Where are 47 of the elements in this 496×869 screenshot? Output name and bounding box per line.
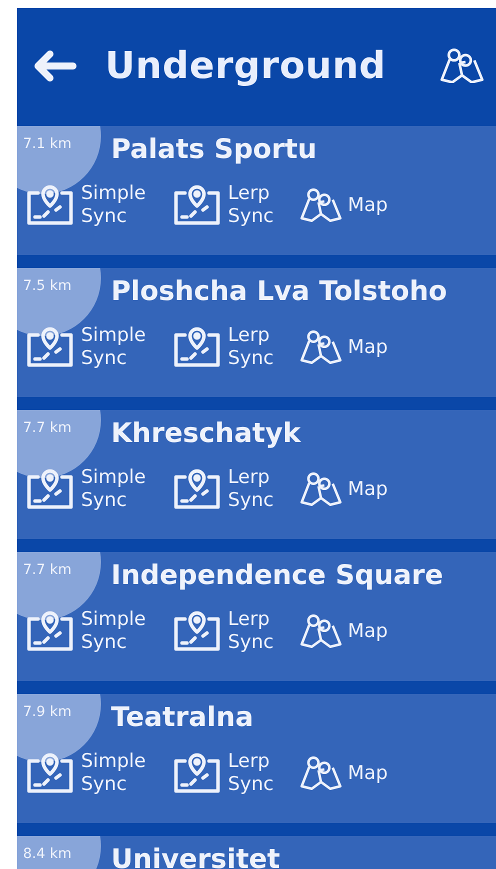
map-pin-icon (25, 467, 75, 511)
map-pin-icon (172, 325, 222, 369)
sync-button[interactable]: Simple Sync (25, 750, 146, 796)
station-name: Ploshcha Lva Tolstoho (111, 276, 448, 307)
map-button[interactable]: Map (300, 750, 388, 796)
sync-button[interactable]: Lerp Sync (172, 750, 274, 796)
distance-label: 8.4 km (23, 846, 72, 862)
map-button[interactable]: Map (300, 324, 388, 370)
map-pin-icon (25, 183, 75, 227)
map-button[interactable]: Map (300, 466, 388, 512)
map-pin-icon (172, 609, 222, 653)
station-name: Universitet (111, 844, 280, 869)
station-name: Palats Sportu (111, 134, 317, 165)
sync-button[interactable]: Simple Sync (25, 608, 146, 654)
map-icon (300, 330, 342, 364)
station-name: Independence Square (111, 560, 444, 591)
map-icon (440, 48, 484, 84)
map-icon (300, 614, 342, 648)
sync-button[interactable]: Lerp Sync (172, 182, 274, 228)
map-pin-icon (25, 325, 75, 369)
screen-title: Underground (105, 44, 388, 87)
back-arrow-icon (33, 48, 77, 82)
station-name: Teatralna (111, 702, 254, 733)
sync-button[interactable]: Lerp Sync (172, 324, 274, 370)
station-name: Khreschatyk (111, 418, 301, 449)
map-icon (300, 472, 342, 506)
sync-button[interactable]: Simple Sync (25, 324, 146, 370)
map-button[interactable]: Map (300, 608, 388, 654)
distance-label: 7.5 km (23, 278, 72, 294)
map-pin-icon (25, 609, 75, 653)
map-icon (300, 188, 342, 222)
distance-label: 7.7 km (23, 562, 72, 578)
map-pin-icon (172, 183, 222, 227)
map-pin-icon (172, 751, 222, 795)
map-pin-icon (25, 751, 75, 795)
back-button[interactable] (33, 48, 77, 82)
sync-button[interactable]: Simple Sync (25, 182, 146, 228)
sync-button[interactable]: Lerp Sync (172, 466, 274, 512)
sync-button[interactable]: Lerp Sync (172, 608, 274, 654)
map-button[interactable]: Map (300, 182, 388, 228)
map-button[interactable] (440, 48, 484, 84)
distance-label: 7.9 km (23, 704, 72, 720)
map-icon (300, 756, 342, 790)
sync-button[interactable]: Simple Sync (25, 466, 146, 512)
distance-label: 7.7 km (23, 420, 72, 436)
map-pin-icon (172, 467, 222, 511)
distance-label: 7.1 km (23, 136, 72, 152)
